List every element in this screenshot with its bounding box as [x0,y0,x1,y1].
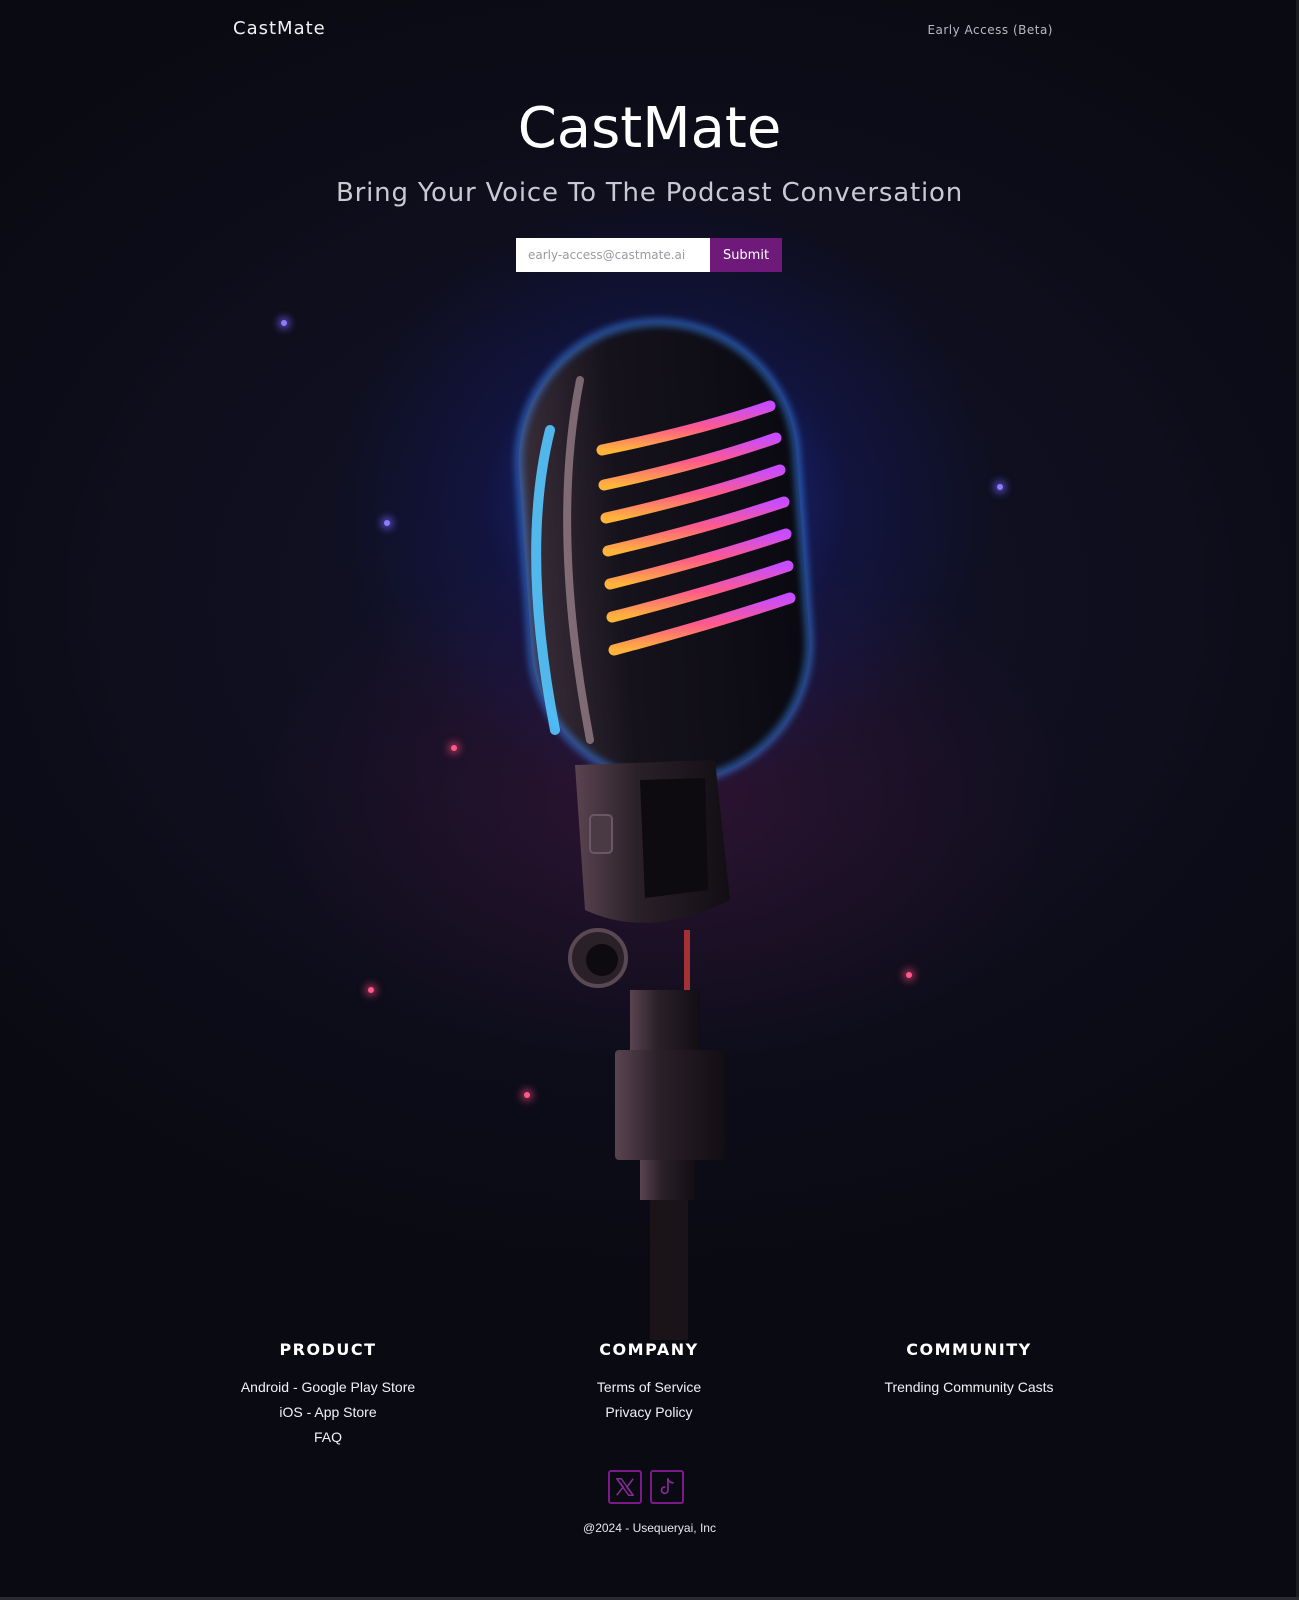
email-input[interactable] [516,238,710,272]
footer-column-product: PRODUCT Android - Google Play Store iOS … [168,1340,488,1450]
sparkle-decoration [451,745,457,751]
x-link[interactable] [608,1470,642,1504]
faq-link[interactable]: FAQ [168,1425,488,1450]
hero-subtitle: Bring Your Voice To The Podcast Conversa… [336,178,963,208]
header-logo[interactable]: CastMate [233,18,326,39]
submit-button[interactable]: Submit [710,238,782,272]
social-links [608,1470,684,1504]
sparkle-decoration [997,484,1003,490]
tiktok-icon [660,1477,674,1495]
sparkle-decoration [281,320,287,326]
footer-heading-product: PRODUCT [279,1340,377,1359]
early-access-form: Submit [516,238,782,272]
terms-link[interactable]: Terms of Service [489,1375,809,1400]
footer-column-company: COMPANY Terms of Service Privacy Policy [489,1340,809,1425]
x-icon [616,1478,634,1496]
android-store-link[interactable]: Android - Google Play Store [168,1375,488,1400]
copyright-text: @2024 - Usequeryai, Inc [583,1521,716,1535]
sparkle-decoration [384,520,390,526]
hero-title: CastMate [517,96,782,161]
sparkle-decoration [368,987,374,993]
tiktok-link[interactable] [650,1470,684,1504]
ios-store-link[interactable]: iOS - App Store [168,1400,488,1425]
trending-casts-link[interactable]: Trending Community Casts [809,1375,1129,1400]
early-access-link[interactable]: Early Access (Beta) [927,23,1053,37]
footer-heading-community: COMMUNITY [906,1340,1032,1359]
landing-page: CastMate Early Access (Beta) CastMate Br… [0,0,1299,1600]
footer-column-community: COMMUNITY Trending Community Casts [809,1340,1129,1400]
privacy-link[interactable]: Privacy Policy [489,1400,809,1425]
microphone-illustration [516,319,812,1340]
sparkle-decoration [906,972,912,978]
footer-heading-company: COMPANY [599,1340,699,1359]
